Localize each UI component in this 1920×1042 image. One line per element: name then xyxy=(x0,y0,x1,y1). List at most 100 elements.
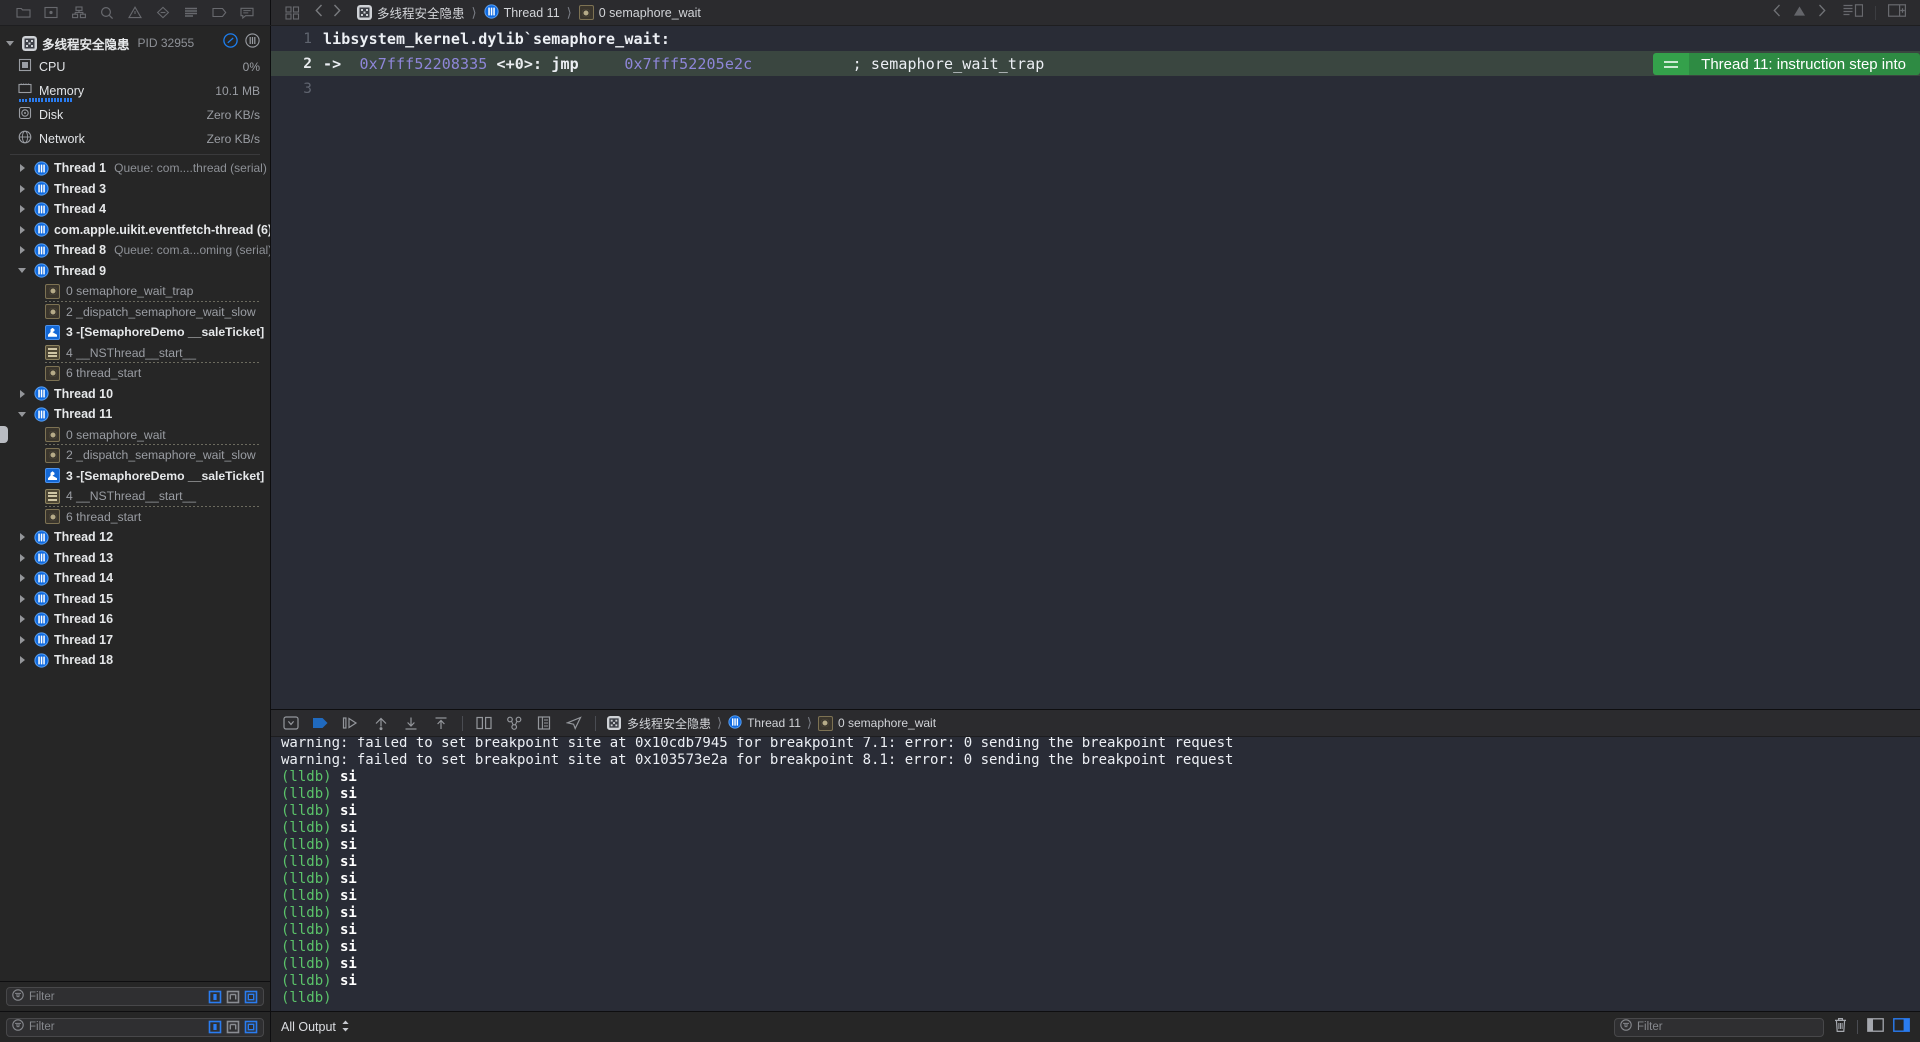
stack-frame-row[interactable]: 3 -[SemaphoreDemo __saleTicket] xyxy=(0,322,270,343)
warning-triangle-icon[interactable] xyxy=(1793,4,1806,22)
tag-icon[interactable] xyxy=(206,3,232,23)
step-out-top-icon[interactable] xyxy=(427,712,455,734)
chevron-left-icon[interactable] xyxy=(315,4,323,22)
process-row[interactable]: 多线程安全隐患 PID 32955 xyxy=(0,31,270,55)
thread-row[interactable]: Thread 3 xyxy=(0,179,270,200)
disclosure-triangle-icon[interactable] xyxy=(6,38,17,49)
debug-breadcrumb-frame[interactable]: 0 semaphore_wait xyxy=(817,715,936,731)
gauge-disk[interactable]: Disk Zero KB/s xyxy=(0,103,270,127)
stack-frame-row[interactable]: 2 _dispatch_semaphore_wait_slow xyxy=(0,445,270,466)
stack-frame-row[interactable]: 6 thread_start xyxy=(0,363,270,384)
thread-row[interactable]: Thread 9 xyxy=(0,261,270,282)
assistant-editor-icon[interactable] xyxy=(1843,3,1864,22)
pause-icon[interactable] xyxy=(223,33,238,53)
navigator-filter-input[interactable]: Filter xyxy=(6,987,264,1006)
continue-icon[interactable] xyxy=(307,712,335,734)
disclosure-triangle-icon[interactable] xyxy=(18,593,29,604)
inspector-panel-icon[interactable] xyxy=(1888,3,1906,22)
debug-breadcrumb-thread[interactable]: Thread 11 xyxy=(728,714,801,732)
stack-frame-row[interactable]: 6 thread_start xyxy=(0,507,270,528)
gauge-cpu[interactable]: CPU 0% xyxy=(0,55,270,79)
thread-row[interactable]: Thread 4 xyxy=(0,199,270,220)
filter-scope-crashed-icon[interactable] xyxy=(207,989,222,1004)
breadcrumb-item-project[interactable]: 多线程安全隐患 xyxy=(357,3,465,22)
filter-scope-queues-icon[interactable] xyxy=(225,989,240,1004)
chevron-right-icon[interactable] xyxy=(1818,4,1826,22)
disclosure-triangle-icon[interactable] xyxy=(18,265,29,276)
thread-row[interactable]: Thread 10 xyxy=(0,384,270,405)
location-icon[interactable] xyxy=(560,712,588,734)
filter-scope-crashed-icon[interactable] xyxy=(207,1020,222,1035)
stack-frame-row[interactable]: 3 -[SemaphoreDemo __saleTicket] xyxy=(0,466,270,487)
disclosure-triangle-icon[interactable] xyxy=(18,532,29,543)
gauge-memory[interactable]: Memory 10.1 MB xyxy=(0,79,270,103)
thread-row[interactable]: Thread 16 xyxy=(0,609,270,630)
thread-row[interactable]: Thread 18 xyxy=(0,650,270,671)
disclosure-triangle-icon[interactable] xyxy=(18,634,29,645)
stack-frame-row[interactable]: 2 _dispatch_semaphore_wait_slow xyxy=(0,302,270,323)
thread-row[interactable]: Thread 11 xyxy=(0,404,270,425)
filter-scope-queues-icon[interactable] xyxy=(225,1020,240,1035)
stack-frame-row[interactable]: 4 __NSThread__start__ xyxy=(0,343,270,364)
chevron-left-icon[interactable] xyxy=(1773,4,1781,22)
status-navigator-filter-input[interactable]: Filter xyxy=(6,1017,264,1037)
folder-icon[interactable] xyxy=(10,3,36,23)
memory-graph-icon[interactable] xyxy=(500,712,528,734)
disclosure-triangle-icon[interactable] xyxy=(18,409,29,420)
thread-row[interactable]: Thread 8 Queue: com.a...oming (serial) xyxy=(0,240,270,261)
console-command-line: (lldb) si xyxy=(281,769,1920,786)
view-hierarchy-icon[interactable] xyxy=(470,712,498,734)
disclosure-triangle-icon[interactable] xyxy=(18,655,29,666)
disclosure-triangle-icon[interactable] xyxy=(18,573,29,584)
disclosure-triangle-icon[interactable] xyxy=(18,388,29,399)
stack-frame-row[interactable]: 0 semaphore_wait xyxy=(0,425,270,446)
variables-pane-icon[interactable] xyxy=(1867,1017,1884,1037)
related-items-icon[interactable] xyxy=(279,3,305,23)
filter-scope-frames-icon[interactable] xyxy=(243,1020,258,1035)
thread-row[interactable]: Thread 1 Queue: com....thread (serial) xyxy=(0,158,270,179)
search-icon[interactable] xyxy=(94,3,120,23)
filter-scope-frames-icon[interactable] xyxy=(243,989,258,1004)
stack-frame-row[interactable]: 0 semaphore_wait_trap xyxy=(0,281,270,302)
assembly-editor[interactable]: 1 libsystem_kernel.dylib`semaphore_wait:… xyxy=(271,26,1920,709)
disclosure-triangle-icon[interactable] xyxy=(18,163,29,174)
disclosure-triangle-icon[interactable] xyxy=(18,614,29,625)
thread-icon[interactable] xyxy=(245,33,260,53)
comment-icon[interactable] xyxy=(234,3,260,23)
console-filter-input[interactable]: Filter xyxy=(1614,1017,1824,1037)
hierarchy-icon[interactable] xyxy=(66,3,92,23)
console-command-line: (lldb) si xyxy=(281,854,1920,871)
thread-row[interactable]: Thread 17 xyxy=(0,630,270,651)
disclosure-triangle-icon[interactable] xyxy=(18,552,29,563)
disclosure-triangle-icon[interactable] xyxy=(18,183,29,194)
thread-row[interactable]: Thread 12 xyxy=(0,527,270,548)
thread-row[interactable]: com.apple.uikit.eventfetch-thread (6) xyxy=(0,220,270,241)
debug-navigator-scroll[interactable]: 多线程安全隐患 PID 32955 CPU 0% Memory 10.1 MB … xyxy=(0,26,270,981)
warning-icon[interactable] xyxy=(122,3,148,23)
thread-row[interactable]: Thread 14 xyxy=(0,568,270,589)
disclosure-triangle-icon[interactable] xyxy=(18,245,29,256)
debug-view-icon[interactable] xyxy=(530,712,558,734)
stack-frame-row[interactable]: 4 __NSThread__start__ xyxy=(0,486,270,507)
disclosure-triangle-icon[interactable] xyxy=(18,224,29,235)
step-out-icon[interactable] xyxy=(397,712,425,734)
output-scope-selector[interactable]: All Output xyxy=(281,1019,350,1036)
breadcrumb-item-frame[interactable]: 0 semaphore_wait xyxy=(578,5,701,20)
chevron-right-icon[interactable] xyxy=(333,4,341,22)
debug-breadcrumb-project[interactable]: 多线程安全隐患 xyxy=(607,715,711,732)
thread-row[interactable]: Thread 13 xyxy=(0,548,270,569)
disclosure-triangle-icon[interactable] xyxy=(18,204,29,215)
version-editor-icon[interactable] xyxy=(38,3,64,23)
console-output[interactable]: warning: failed to set breakpoint site a… xyxy=(271,737,1920,1011)
breakpoint-navigator-icon[interactable] xyxy=(150,3,176,23)
thread-row[interactable]: Thread 15 xyxy=(0,589,270,610)
step-over-icon[interactable] xyxy=(337,712,365,734)
breadcrumb-item-thread[interactable]: Thread 11 xyxy=(483,3,560,22)
hide-debug-icon[interactable] xyxy=(277,712,305,734)
current-frame-handle[interactable] xyxy=(0,426,8,444)
console-pane-icon[interactable] xyxy=(1893,1017,1910,1037)
gauge-network[interactable]: Network Zero KB/s xyxy=(0,127,270,151)
trash-icon[interactable] xyxy=(1833,1017,1848,1038)
step-into-icon[interactable] xyxy=(367,712,395,734)
report-icon[interactable] xyxy=(178,3,204,23)
